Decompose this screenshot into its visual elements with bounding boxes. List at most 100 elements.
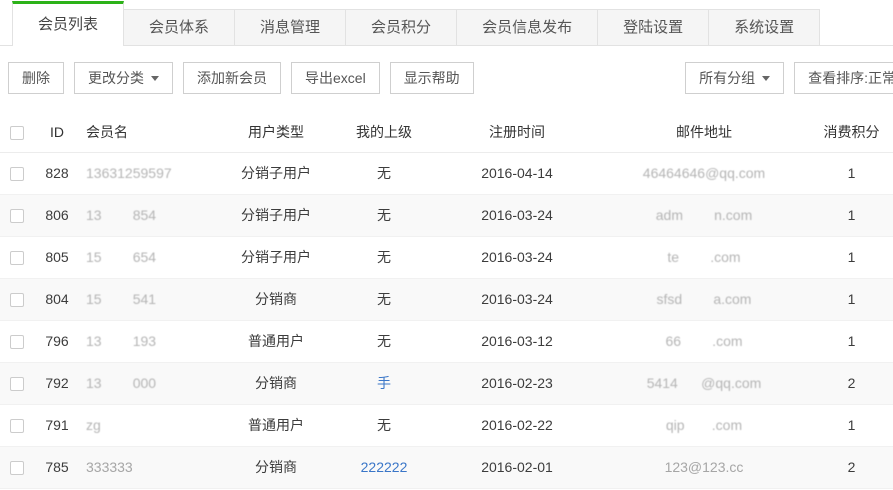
change-category-label: 更改分类 — [88, 68, 144, 88]
member-reg-date: 2016-02-01 — [436, 446, 598, 488]
member-user-type: 分销商 — [220, 446, 332, 488]
member-username: 15 541 — [80, 278, 220, 320]
member-username: 13631259597 — [80, 152, 220, 194]
member-email: sfsd a.com — [598, 278, 810, 320]
member-reg-date: 2016-03-24 — [436, 236, 598, 278]
sort-order-dropdown[interactable]: 查看排序:正常排序 — [794, 62, 893, 94]
export-excel-button[interactable]: 导出excel — [291, 62, 380, 94]
member-reg-date: 2016-03-24 — [436, 278, 598, 320]
member-reg-date: 2016-04-14 — [436, 152, 598, 194]
member-upline: 无 — [332, 278, 436, 320]
member-user-type: 分销子用户 — [220, 152, 332, 194]
row-checkbox[interactable] — [10, 167, 24, 181]
table-row: 796 13 193 普通用户 无 2016-03-12 66 .com 1 — [0, 320, 893, 362]
member-email: 5414 @qq.com — [598, 362, 810, 404]
toolbar-right-group: 所有分组 查看排序:正常排序 — [685, 62, 893, 94]
member-points: 2 — [810, 446, 893, 488]
table-row: 792 13 000 分销商 手 2016-02-23 5414 @qq.com… — [0, 362, 893, 404]
member-points: 1 — [810, 320, 893, 362]
member-upline: 无 — [332, 320, 436, 362]
member-email: qip .com — [598, 404, 810, 446]
toolbar: 删除 更改分类 添加新会员 导出excel 显示帮助 所有分组 查看排序:正常排… — [0, 46, 893, 112]
member-username: 13 193 — [80, 320, 220, 362]
member-email: 123@123.cc — [598, 446, 810, 488]
table-header-row: ID 会员名 用户类型 我的上级 注册时间 邮件地址 消费积分 — [0, 112, 893, 152]
member-username: 333333 — [80, 446, 220, 488]
member-points: 2 — [810, 362, 893, 404]
tab-message-management[interactable]: 消息管理 — [234, 9, 346, 45]
member-id: 806 — [34, 194, 80, 236]
header-upline: 我的上级 — [332, 112, 436, 152]
member-points: 1 — [810, 404, 893, 446]
member-user-type: 分销商 — [220, 362, 332, 404]
member-username: 13 000 — [80, 362, 220, 404]
row-checkbox[interactable] — [10, 335, 24, 349]
member-user-type: 普通用户 — [220, 404, 332, 446]
add-member-button[interactable]: 添加新会员 — [183, 62, 281, 94]
all-groups-dropdown[interactable]: 所有分组 — [685, 62, 784, 94]
member-reg-date: 2016-03-12 — [436, 320, 598, 362]
select-all-checkbox[interactable] — [10, 126, 24, 140]
tab-member-system[interactable]: 会员体系 — [123, 9, 235, 45]
tab-member-points[interactable]: 会员积分 — [345, 9, 457, 45]
member-email: te .com — [598, 236, 810, 278]
member-upline: 无 — [332, 152, 436, 194]
header-user-type: 用户类型 — [220, 112, 332, 152]
member-username: 13 854 — [80, 194, 220, 236]
member-email: 66 .com — [598, 320, 810, 362]
tab-login-settings[interactable]: 登陆设置 — [597, 9, 709, 45]
main-tab-bar: 会员列表 会员体系 消息管理 会员积分 会员信息发布 登陆设置 系统设置 — [0, 0, 893, 46]
member-upline: 无 — [332, 404, 436, 446]
chevron-down-icon — [762, 76, 770, 85]
delete-button[interactable]: 删除 — [8, 62, 64, 94]
member-user-type: 普通用户 — [220, 320, 332, 362]
header-id: ID — [34, 112, 80, 152]
table-row: 806 13 854 分销子用户 无 2016-03-24 adm n.com … — [0, 194, 893, 236]
table-row: 804 15 541 分销商 无 2016-03-24 sfsd a.com 1 — [0, 278, 893, 320]
member-points: 1 — [810, 236, 893, 278]
member-reg-date: 2016-03-24 — [436, 194, 598, 236]
tab-member-info-publish[interactable]: 会员信息发布 — [456, 9, 598, 45]
table-row: 805 15 654 分销子用户 无 2016-03-24 te .com 1 — [0, 236, 893, 278]
member-email: adm n.com — [598, 194, 810, 236]
row-checkbox[interactable] — [10, 377, 24, 391]
member-id: 792 — [34, 362, 80, 404]
member-upline: 无 — [332, 236, 436, 278]
member-user-type: 分销子用户 — [220, 236, 332, 278]
table-row: 791 zg 普通用户 无 2016-02-22 qip .com 1 — [0, 404, 893, 446]
header-username: 会员名 — [80, 112, 220, 152]
member-username: zg — [80, 404, 220, 446]
member-table-body: 828 13631259597 分销子用户 无 2016-04-14 46464… — [0, 152, 893, 488]
member-points: 1 — [810, 278, 893, 320]
chevron-down-icon — [151, 76, 159, 85]
row-checkbox[interactable] — [10, 461, 24, 475]
header-email: 邮件地址 — [598, 112, 810, 152]
member-points: 1 — [810, 152, 893, 194]
member-email: 46464646@qq.com — [598, 152, 810, 194]
row-checkbox[interactable] — [10, 293, 24, 307]
tab-system-settings[interactable]: 系统设置 — [708, 9, 820, 45]
all-groups-label: 所有分组 — [699, 68, 755, 88]
row-checkbox[interactable] — [10, 251, 24, 265]
member-username: 15 654 — [80, 236, 220, 278]
member-id: 785 — [34, 446, 80, 488]
member-id: 828 — [34, 152, 80, 194]
member-points: 1 — [810, 194, 893, 236]
member-id: 791 — [34, 404, 80, 446]
member-user-type: 分销商 — [220, 278, 332, 320]
row-checkbox[interactable] — [10, 209, 24, 223]
tab-member-list[interactable]: 会员列表 — [12, 1, 124, 46]
member-id: 796 — [34, 320, 80, 362]
row-checkbox[interactable] — [10, 419, 24, 433]
change-category-dropdown[interactable]: 更改分类 — [74, 62, 173, 94]
table-row: 785 333333 分销商 222222 2016-02-01 123@123… — [0, 446, 893, 488]
member-upline-link[interactable]: 手 — [332, 362, 436, 404]
member-id: 804 — [34, 278, 80, 320]
member-upline-link[interactable]: 222222 — [332, 446, 436, 488]
member-upline: 无 — [332, 194, 436, 236]
table-row: 828 13631259597 分销子用户 无 2016-04-14 46464… — [0, 152, 893, 194]
header-reg-date: 注册时间 — [436, 112, 598, 152]
member-reg-date: 2016-02-23 — [436, 362, 598, 404]
show-help-button[interactable]: 显示帮助 — [390, 62, 474, 94]
member-id: 805 — [34, 236, 80, 278]
